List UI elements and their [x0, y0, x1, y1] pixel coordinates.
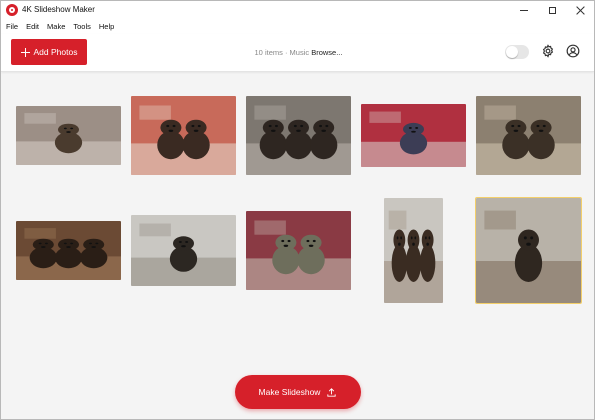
photo-thumbnail[interactable]: [246, 96, 351, 175]
photo-thumbnail[interactable]: [384, 198, 443, 303]
menu-file[interactable]: File: [6, 20, 18, 34]
photo-image: [246, 96, 351, 175]
menu-make[interactable]: Make: [47, 20, 65, 34]
upload-icon: [327, 387, 337, 397]
toolbar: Add Photos 10 items · Music Browse...: [1, 34, 594, 72]
photo-image: [384, 198, 443, 303]
photo-image: [131, 215, 236, 286]
photo-thumbnail[interactable]: [131, 215, 236, 286]
photo-thumbnail[interactable]: [246, 211, 351, 290]
photo-thumbnail[interactable]: [16, 106, 121, 165]
menu-bar: File Edit Make Tools Help: [1, 20, 594, 34]
window-title: 4K Slideshow Maker: [22, 5, 95, 14]
photo-image: [476, 198, 581, 303]
minimize-button[interactable]: [510, 1, 538, 20]
toggle-knob: [506, 46, 518, 58]
close-icon: [576, 6, 585, 15]
photo-image: [246, 211, 351, 290]
menu-help[interactable]: Help: [99, 20, 114, 34]
close-button[interactable]: [566, 1, 594, 20]
app-window: 4K Slideshow Maker File Edit Make Tools …: [0, 0, 595, 420]
item-count-text: 10 items · Music: [254, 48, 312, 57]
photo-image: [16, 221, 121, 280]
photo-image: [131, 96, 236, 175]
photo-image: [361, 104, 466, 167]
photo-grid: [1, 73, 594, 373]
mode-toggle[interactable]: [505, 45, 529, 59]
maximize-button[interactable]: [538, 1, 566, 20]
title-bar: 4K Slideshow Maker: [1, 1, 594, 20]
make-slideshow-button[interactable]: Make Slideshow: [235, 375, 361, 409]
photo-thumbnail[interactable]: [361, 104, 466, 167]
photo-thumbnail[interactable]: [16, 221, 121, 280]
music-browse-link[interactable]: Browse...: [311, 48, 342, 57]
make-slideshow-label: Make Slideshow: [258, 387, 321, 397]
photo-thumbnail[interactable]: [131, 96, 236, 175]
minimize-icon: [520, 10, 528, 11]
photo-image: [16, 106, 121, 165]
account-icon[interactable]: [566, 44, 580, 58]
menu-tools[interactable]: Tools: [73, 20, 91, 34]
photo-image: [476, 96, 581, 175]
maximize-icon: [548, 7, 556, 14]
photo-thumbnail[interactable]: [476, 96, 581, 175]
app-logo-icon: [6, 4, 18, 16]
menu-edit[interactable]: Edit: [26, 20, 39, 34]
gear-icon[interactable]: [541, 44, 555, 58]
photo-thumbnail[interactable]: [475, 197, 582, 304]
